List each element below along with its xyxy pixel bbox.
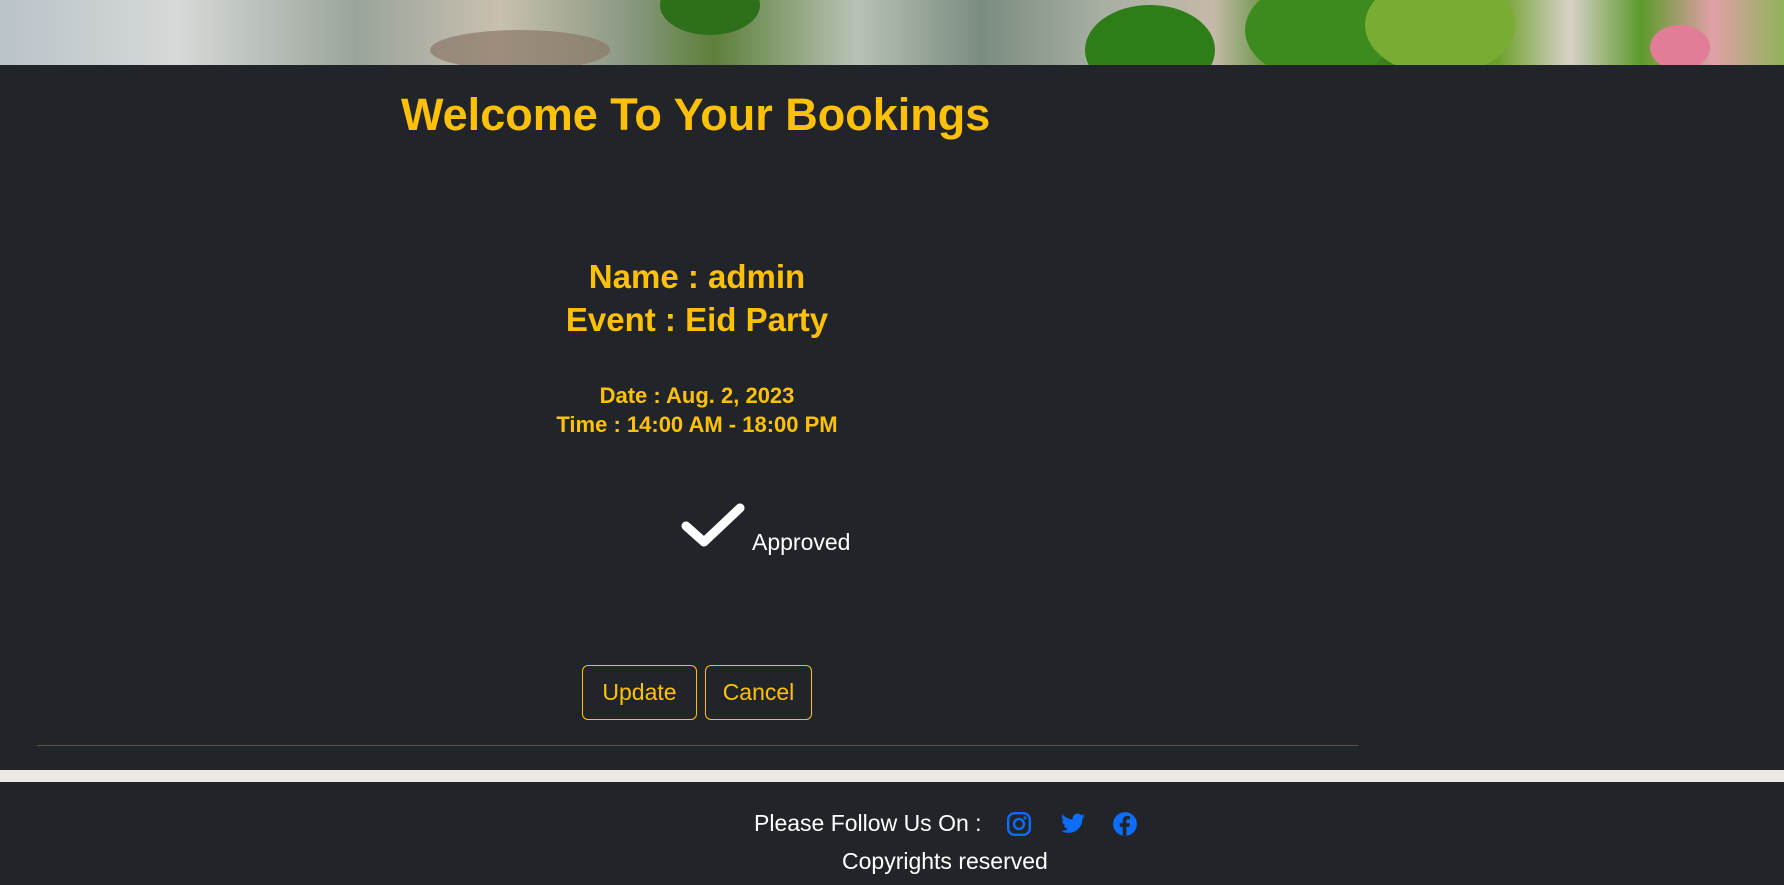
booking-date: Date : Aug. 2, 2023 (599, 383, 795, 408)
page-title: Welcome To Your Bookings (401, 89, 991, 140)
checkmark-icon (680, 500, 746, 550)
facebook-icon[interactable] (1112, 811, 1138, 837)
booking-status: Approved (680, 500, 850, 555)
booking-event: Event : Eid Party (565, 301, 829, 338)
copyright-text: Copyrights reserved (842, 848, 1048, 874)
booking-time: Time : 14:00 AM - 18:00 PM (556, 412, 838, 437)
cancel-button[interactable]: Cancel (705, 665, 812, 720)
hero-banner-image (0, 0, 1784, 65)
status-label: Approved (752, 529, 851, 555)
twitter-icon[interactable] (1059, 811, 1085, 837)
section-divider (37, 745, 1358, 746)
booking-name: Name : admin (588, 258, 806, 295)
instagram-icon[interactable] (1006, 811, 1032, 837)
main-content: Welcome To Your Bookings Name : admin Ev… (0, 65, 1784, 770)
booking-card: Name : admin Event : Eid Party Date : Au… (447, 255, 947, 439)
footer-separator (0, 770, 1784, 782)
social-links: Please Follow Us On : (754, 810, 1165, 837)
footer: Please Follow Us On : Copyrights reserve… (0, 782, 1784, 885)
update-button[interactable]: Update (582, 665, 697, 720)
follow-label: Please Follow Us On : (754, 810, 982, 836)
